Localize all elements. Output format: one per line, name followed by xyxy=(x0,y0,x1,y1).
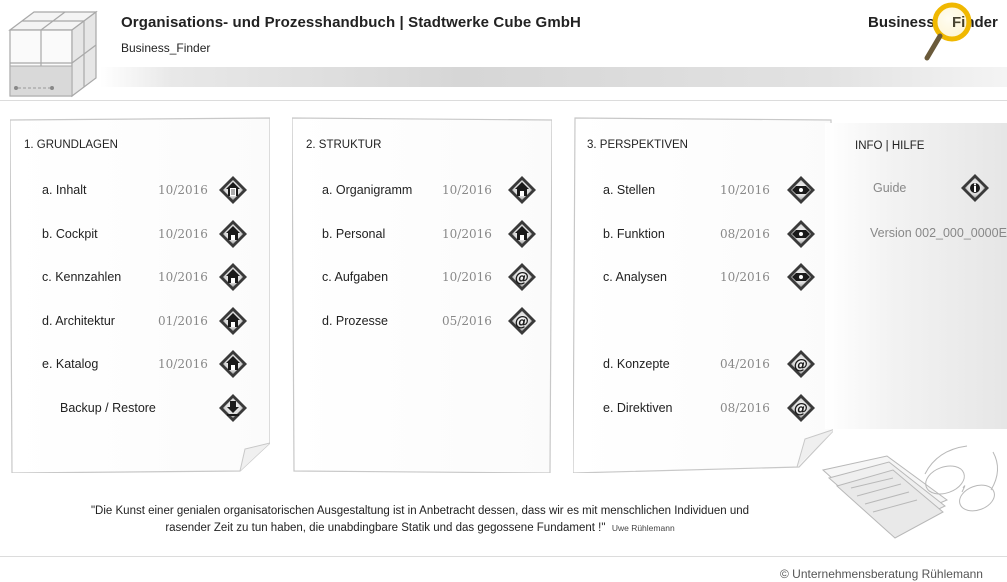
item-date: 10/2016 xyxy=(158,227,208,241)
quote-author: Uwe Rühlemann xyxy=(611,523,675,533)
house-icon[interactable] xyxy=(218,219,248,249)
house-icon[interactable] xyxy=(218,349,248,379)
info-icon[interactable] xyxy=(960,173,990,203)
item-date: 10/2016 xyxy=(158,183,208,197)
house-icon[interactable] xyxy=(507,219,537,249)
panel-perspektiven: 3. PERSPEKTIVEN a. Stellen 10/2016 b. Fu… xyxy=(573,117,833,473)
item-date: 10/2016 xyxy=(158,357,208,371)
item-date: 01/2016 xyxy=(158,314,208,328)
item-label: b. Personal xyxy=(322,227,386,241)
info-title: INFO | HILFE xyxy=(855,140,925,152)
item-label: a. Inhalt xyxy=(42,183,87,197)
list-item: d. Konzepte 04/2016 xyxy=(573,349,833,379)
item-date: 05/2016 xyxy=(442,314,492,328)
item-date: 04/2016 xyxy=(720,357,770,371)
house-icon[interactable] xyxy=(507,175,537,205)
item-date: 08/2016 xyxy=(720,401,770,415)
list-item: Backup / Restore xyxy=(10,393,270,423)
list-item: e. Direktiven 08/2016 xyxy=(573,393,833,423)
item-label: e. Katalog xyxy=(42,357,99,371)
version-label: Version 002_000_0000E xyxy=(870,226,1007,240)
item-label: a. Stellen xyxy=(603,183,656,197)
item-label: b. Funktion xyxy=(603,227,665,241)
papers-glasses-sketch-icon xyxy=(821,445,998,539)
footer-divider xyxy=(0,556,1007,557)
item-date: 10/2016 xyxy=(442,227,492,241)
item-date: 10/2016 xyxy=(442,183,492,197)
header-divider xyxy=(0,100,1007,101)
list-item: a. Organigramm 10/2016 xyxy=(292,175,552,205)
page-title: Organisations- und Prozesshandbuch | Sta… xyxy=(121,14,581,31)
list-item: a. Inhalt 10/2016 xyxy=(10,175,270,205)
item-date: 10/2016 xyxy=(158,270,208,284)
magnifier-icon xyxy=(924,2,972,61)
list-item: b. Cockpit 10/2016 xyxy=(10,219,270,249)
item-label: c. Analysen xyxy=(603,270,667,284)
list-item: c. Kennzahlen 10/2016 xyxy=(10,262,270,292)
info-panel: INFO | HILFE Guide Version 002_000_0000E xyxy=(825,123,1007,429)
panel-title: 2. STRUKTUR xyxy=(306,139,382,151)
at-icon[interactable] xyxy=(507,306,537,336)
list-item: e. Katalog 10/2016 xyxy=(10,349,270,379)
panel-struktur: 2. STRUKTUR a. Organigramm 10/2016 b. Pe… xyxy=(292,117,552,473)
item-date: 10/2016 xyxy=(720,183,770,197)
item-label: d. Konzepte xyxy=(603,357,670,371)
house-icon[interactable] xyxy=(218,306,248,336)
item-label: c. Kennzahlen xyxy=(42,270,122,284)
list-item: c. Aufgaben 10/2016 xyxy=(292,262,552,292)
item-date: 10/2016 xyxy=(442,270,492,284)
panel-title: 3. PERSPEKTIVEN xyxy=(587,139,688,151)
panel-title: 1. GRUNDLAGEN xyxy=(24,139,118,151)
item-label: d. Architektur xyxy=(42,314,115,328)
item-label: c. Aufgaben xyxy=(322,270,389,284)
item-date: 08/2016 xyxy=(720,227,770,241)
cube-logo-icon xyxy=(8,10,98,98)
at-icon[interactable] xyxy=(507,262,537,292)
quote-line-2-wrap: rasender Zeit zu tun haben, die unabding… xyxy=(40,520,800,537)
at-icon[interactable] xyxy=(786,349,816,379)
item-label: d. Prozesse xyxy=(322,314,389,328)
item-label: e. Direktiven xyxy=(603,401,673,415)
item-label: a. Organigramm xyxy=(322,183,413,197)
house-page-icon[interactable] xyxy=(218,175,248,205)
page-subtitle: Business_Finder xyxy=(121,41,211,55)
paper-sheet xyxy=(292,117,552,473)
list-item: a. Stellen 10/2016 xyxy=(573,175,833,205)
header-band xyxy=(100,67,1007,87)
quote-line-2: rasender Zeit zu tun haben, die unabding… xyxy=(165,522,606,534)
item-label: b. Cockpit xyxy=(42,227,98,241)
arrows-icon[interactable] xyxy=(786,219,816,249)
arrows-icon[interactable] xyxy=(786,175,816,205)
list-item: b. Funktion 08/2016 xyxy=(573,219,833,249)
item-date: 10/2016 xyxy=(720,270,770,284)
at-icon[interactable] xyxy=(786,393,816,423)
house-icon[interactable] xyxy=(218,262,248,292)
guide-label: Guide xyxy=(873,181,907,195)
list-item: b. Personal 10/2016 xyxy=(292,219,552,249)
copyright-text: © Unternehmensberatung Rühlemann xyxy=(780,567,983,581)
quote-text: "Die Kunst einer genialen organisatorisc… xyxy=(40,503,800,537)
list-item: c. Analysen 10/2016 xyxy=(573,262,833,292)
list-item: d. Prozesse 05/2016 xyxy=(292,306,552,336)
quote-line-1: "Die Kunst einer genialen organisatorisc… xyxy=(90,505,750,517)
arrows-icon[interactable] xyxy=(786,262,816,292)
panel-grundlagen: 1. GRUNDLAGEN a. Inhalt 10/2016 b. Cockp… xyxy=(10,117,270,473)
backup-restore-label: Backup / Restore xyxy=(60,401,156,415)
list-item: d. Architektur 01/2016 xyxy=(10,306,270,336)
download-icon[interactable] xyxy=(218,393,248,423)
